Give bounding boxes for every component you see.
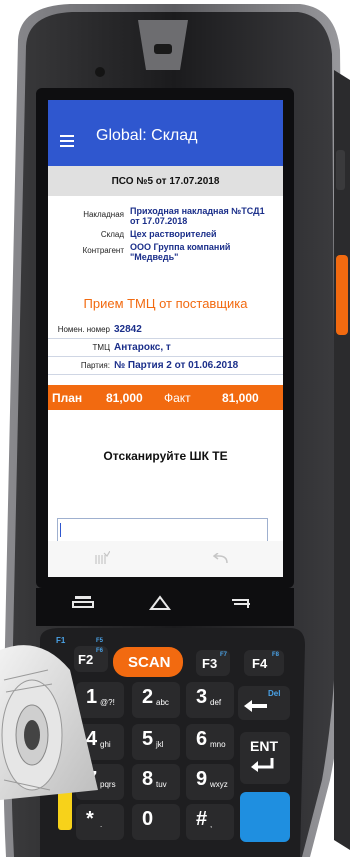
info-label: Склад (100, 230, 124, 239)
plan-fact-bar: План 81,000 Факт 81,000 (48, 385, 283, 410)
recent-apps-button[interactable] (72, 594, 94, 610)
barcode-icon[interactable] (94, 550, 111, 568)
key-number: 8 (142, 768, 154, 790)
key-5[interactable]: 5 jkl (132, 724, 180, 760)
f3-key-label: F3 (202, 656, 218, 671)
key-hash[interactable]: #, (186, 804, 234, 840)
plan-label: План (52, 391, 83, 405)
document-header: ПСО №5 от 17.07.2018 (48, 166, 283, 196)
delete-key[interactable]: Del (238, 686, 290, 720)
text-caret (60, 523, 61, 537)
back-button[interactable] (228, 594, 254, 612)
item-details: Номен. номер 32842 ТМЦ Антарокс, т Парти… (48, 321, 283, 375)
key-2[interactable]: 2 abc (132, 682, 180, 718)
barcode-input[interactable] (57, 518, 268, 542)
info-row-warehouse: Склад Цех растворителей (48, 229, 283, 239)
key-6[interactable]: 6 mno (186, 724, 234, 760)
key-8[interactable]: 8 tuv (132, 764, 180, 800)
scan-key-label: SCAN (128, 654, 171, 671)
detail-label: Номен. номер (57, 325, 110, 334)
info-label: Накладная (83, 210, 124, 219)
home-icon (149, 595, 171, 610)
f7-key-label: F7 (220, 652, 228, 658)
key-letters: mno (210, 740, 226, 749)
key-3[interactable]: 3 def (186, 682, 234, 718)
key-number: 2 (142, 686, 154, 708)
info-label: Контрагент (82, 246, 124, 255)
recent-apps-icon (72, 596, 94, 608)
info-value: Приходная накладная №ТСД1 от 17.07.2018 (130, 206, 265, 226)
key-letters: def (210, 698, 222, 707)
backspace-icon (244, 700, 267, 712)
bottom-toolbar (48, 541, 283, 577)
f8-key-label: F8 (272, 652, 280, 658)
document-info: Накладная Приходная накладная №ТСД1 от 1… (48, 206, 283, 265)
undo-icon[interactable] (212, 552, 229, 568)
f3-key[interactable]: F3 F7 (196, 650, 230, 676)
section-title: Прием ТМЦ от поставщика (83, 296, 248, 311)
enter-key[interactable]: ENT (240, 732, 290, 784)
app-screen: Global: Склад ПСО №5 от 17.07.2018 Накла… (48, 100, 283, 577)
app-title: Global: Склад (96, 127, 198, 144)
enter-icon (251, 758, 274, 772)
detail-value: 32842 (114, 324, 142, 335)
f4-key[interactable]: F4 F8 (244, 650, 284, 676)
info-row-counterparty: Контрагент ООО Группа компаний "Медведь" (48, 242, 283, 262)
fact-value: 81,000 (222, 391, 259, 405)
key-number: 9 (196, 768, 208, 790)
key-number: # (196, 808, 208, 830)
scan-instruction: Отсканируйте ШК ТЕ (103, 449, 228, 463)
key-letters: abc (156, 698, 169, 707)
key-letters: , (210, 820, 213, 829)
key-number: * (86, 808, 94, 830)
detail-row: ТМЦ Антарокс, т (48, 339, 283, 357)
ent-key-label: ENT (250, 738, 278, 754)
key-number: 0 (142, 808, 154, 830)
key-letters: jkl (156, 740, 164, 749)
fact-label: Факт (164, 391, 191, 405)
label-roll-image (0, 645, 98, 800)
menu-icon[interactable] (60, 135, 74, 147)
key-9[interactable]: 9 wxyz (186, 764, 234, 800)
detail-label: Партия: (80, 361, 110, 370)
f4-key-label: F4 (252, 656, 268, 671)
key-letters: . (100, 820, 103, 829)
plan-value: 81,000 (106, 391, 143, 405)
detail-label: ТМЦ (92, 343, 110, 352)
key-number: 5 (142, 728, 154, 750)
key-letters: wxyz (210, 780, 228, 789)
key-number: 6 (196, 728, 208, 750)
app-bar: Global: Склад (48, 100, 283, 166)
blue-key[interactable] (240, 792, 290, 842)
del-key-label: Del (268, 689, 281, 698)
info-value: ООО Группа компаний "Медведь" (130, 242, 231, 262)
key-0[interactable]: 0 (132, 804, 180, 840)
detail-value: Антарокс, т (114, 342, 171, 353)
home-button[interactable] (148, 594, 172, 612)
detail-row: Номен. номер 32842 (48, 321, 283, 339)
detail-row: Партия: № Партия 2 от 01.06.2018 (48, 357, 283, 375)
key-star[interactable]: *. (76, 804, 124, 840)
detail-value: № Партия 2 от 01.06.2018 (114, 360, 239, 371)
key-number: 3 (196, 686, 208, 708)
key-letters: tuv (156, 780, 167, 789)
back-icon (232, 599, 250, 608)
info-value: Цех растворителей (130, 229, 217, 239)
scan-key[interactable]: SCAN (113, 647, 183, 677)
info-row-invoice: Накладная Приходная накладная №ТСД1 от 1… (48, 206, 283, 226)
